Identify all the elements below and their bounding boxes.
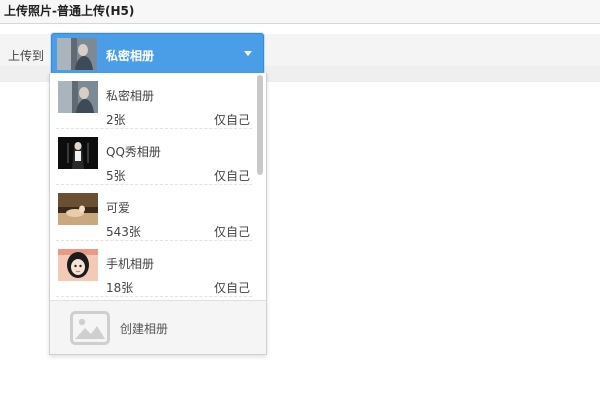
album-thumbnail-icon: [58, 81, 98, 113]
scrollbar-thumb[interactable]: [257, 75, 263, 175]
dropdown-scrollbar[interactable]: [257, 75, 263, 297]
album-name: 私密相册: [106, 89, 155, 103]
album-list: 私密相册 2张 仅自己 QQ秀相册 5张 仅自己 可爱 543张 仅自己 手机相…: [50, 73, 256, 299]
title-bar: 上传照片-普通上传(H5): [0, 0, 600, 24]
upload-to-label: 上传到: [8, 49, 45, 63]
album-item-private[interactable]: 私密相册 2张 仅自己: [56, 73, 252, 129]
album-select[interactable]: 私密相册: [51, 33, 264, 75]
album-count: 5张: [106, 169, 126, 183]
album-name: 可爱: [106, 201, 131, 215]
photo-thumbnail-icon: [57, 38, 97, 70]
album-privacy: 仅自己: [213, 113, 250, 127]
album-item-qqshow[interactable]: QQ秀相册 5张 仅自己: [56, 129, 252, 185]
create-album-label: 创建相册: [120, 322, 169, 336]
album-name: QQ秀相册: [106, 145, 161, 159]
window-title: 上传照片-普通上传(H5): [4, 4, 135, 18]
album-thumbnail-icon: [58, 249, 98, 281]
create-album-button[interactable]: 创建相册: [50, 300, 266, 354]
album-count: 543张: [106, 225, 141, 239]
album-name: 手机相册: [106, 257, 155, 271]
album-privacy: 仅自己: [213, 281, 250, 295]
album-privacy: 仅自己: [213, 225, 250, 239]
selected-album-label: 私密相册: [106, 49, 155, 63]
album-dropdown: 私密相册 2张 仅自己 QQ秀相册 5张 仅自己 可爱 543张 仅自己 手机相…: [49, 73, 267, 355]
album-privacy: 仅自己: [213, 169, 250, 183]
album-count: 18张: [106, 281, 134, 295]
album-item-mobile[interactable]: 手机相册 18张 仅自己: [56, 241, 252, 297]
image-placeholder-icon: [70, 311, 110, 345]
album-thumbnail-icon: [58, 193, 98, 225]
album-item-cute[interactable]: 可爱 543张 仅自己: [56, 185, 252, 241]
chevron-down-icon[interactable]: [244, 51, 252, 56]
album-count: 2张: [106, 113, 126, 127]
album-thumbnail-icon: [58, 137, 98, 169]
